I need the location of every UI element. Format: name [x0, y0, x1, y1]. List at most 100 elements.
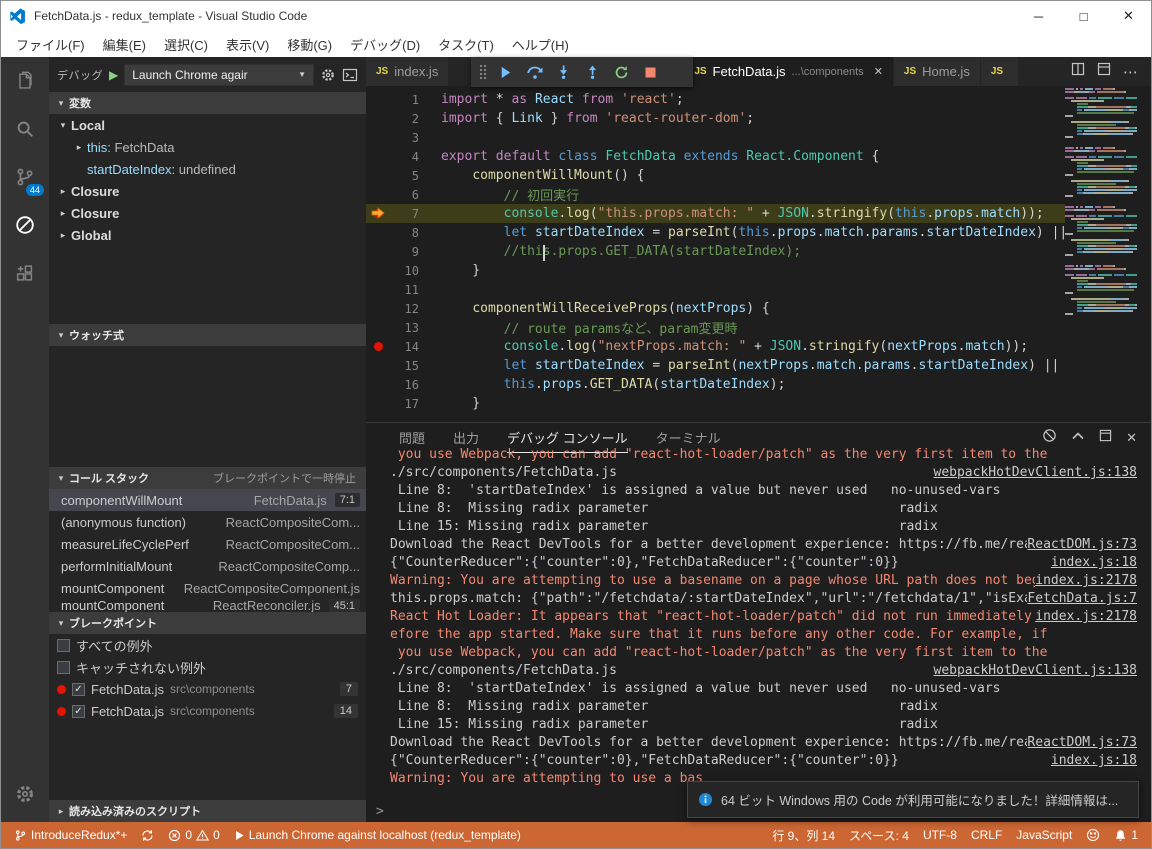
editor-layout-icon[interactable] — [1097, 62, 1111, 81]
debug-icon[interactable] — [1, 201, 49, 249]
step-out-icon[interactable] — [578, 57, 607, 87]
close-button[interactable]: ✕ — [1106, 1, 1151, 31]
menu-file[interactable]: ファイル(F) — [7, 35, 94, 54]
menu-help[interactable]: ヘルプ(H) — [503, 35, 578, 54]
code-line[interactable]: 10 } — [366, 261, 1065, 280]
checkbox-checked[interactable]: ✓ — [72, 705, 85, 718]
search-icon[interactable] — [1, 105, 49, 153]
glyph-margin[interactable] — [366, 394, 392, 413]
clear-console-icon[interactable] — [1042, 428, 1057, 448]
extensions-icon[interactable] — [1, 249, 49, 297]
glyph-margin[interactable] — [366, 223, 392, 242]
checkbox-unchecked[interactable] — [57, 639, 70, 652]
maximize-panel-icon[interactable] — [1099, 429, 1112, 447]
code-line[interactable]: 1import * as React from 'react'; — [366, 90, 1065, 109]
glyph-margin[interactable] — [366, 280, 392, 299]
continue-icon[interactable] — [491, 57, 520, 87]
scope-row[interactable]: ▾Local — [49, 114, 366, 136]
tab-home-js[interactable]: JSHome.js — [894, 57, 981, 86]
console-source-link[interactable]: index.js:18 — [1051, 554, 1151, 572]
call-stack-frame[interactable]: measureLifeCyclePerfReactCompositeCom... — [49, 533, 366, 555]
chevron-down-icon[interactable]: ▾ — [55, 120, 71, 131]
code-line[interactable]: 13 // route paramsなど、param変更時 — [366, 318, 1065, 337]
language-status[interactable]: JavaScript — [1009, 822, 1079, 848]
minimap[interactable] — [1065, 88, 1137, 422]
breakpoint-item[interactable]: ✓FetchData.jssrc\components7 — [49, 678, 366, 700]
call-stack-frame[interactable]: mountComponentReactReconciler.js45:1 — [49, 599, 366, 612]
breakpoint-item[interactable]: キャッチされない例外 — [49, 656, 366, 678]
glyph-margin[interactable] — [366, 242, 392, 261]
glyph-margin[interactable] — [366, 299, 392, 318]
glyph-margin[interactable] — [366, 147, 392, 166]
loaded-scripts-section-header[interactable]: ▸ 読み込み済みのスクリプト — [49, 800, 366, 822]
chevron-right-icon[interactable]: ▸ — [55, 186, 71, 197]
settings-gear-icon[interactable] — [1, 770, 49, 818]
toolbar-drag-handle[interactable] — [475, 62, 491, 82]
source-control-icon[interactable]: 44 — [1, 153, 49, 201]
notification-toast[interactable]: 64 ビット Windows 用の Code が利用可能になりました！詳細情報は… — [687, 781, 1139, 818]
code-line[interactable]: 4export default class FetchData extends … — [366, 147, 1065, 166]
code-line[interactable]: 16 this.props.GET_DATA(startDateIndex); — [366, 375, 1065, 394]
variable-row[interactable]: startDateIndex: undefined — [49, 158, 366, 180]
code-line[interactable]: 12 componentWillReceiveProps(nextProps) … — [366, 299, 1065, 318]
glyph-margin[interactable] — [366, 90, 392, 109]
code-line[interactable]: 2import { Link } from 'react-router-dom'… — [366, 109, 1065, 128]
chevron-right-icon[interactable]: ▸ — [55, 230, 71, 241]
glyph-margin[interactable] — [366, 109, 392, 128]
variables-section-header[interactable]: ▾ 変数 — [49, 92, 366, 114]
more-actions-icon[interactable]: ⋯ — [1123, 63, 1139, 81]
call-stack-frame[interactable]: performInitialMountReactCompositeComp... — [49, 555, 366, 577]
explorer-icon[interactable] — [1, 57, 49, 105]
cursor-position-status[interactable]: 行 9、列 14 — [765, 822, 842, 848]
breakpoints-section-header[interactable]: ▾ ブレークポイント — [49, 612, 366, 634]
stop-icon[interactable] — [636, 57, 665, 87]
call-stack-frame[interactable]: mountComponentReactCompositeComponent.js — [49, 577, 366, 599]
menu-edit[interactable]: 編集(E) — [94, 35, 155, 54]
problems-status[interactable]: 0 0 — [161, 822, 226, 848]
code-line[interactable]: 5 componentWillMount() { — [366, 166, 1065, 185]
indentation-status[interactable]: スペース: 4 — [842, 822, 916, 848]
step-into-icon[interactable] — [549, 57, 578, 87]
code-line[interactable]: 6 // 初回実行 — [366, 185, 1065, 204]
console-source-link[interactable]: index.js:18 — [1051, 752, 1151, 770]
eol-status[interactable]: CRLF — [964, 822, 1009, 848]
checkbox-unchecked[interactable] — [57, 661, 70, 674]
close-panel-icon[interactable]: ✕ — [1126, 430, 1137, 446]
glyph-margin[interactable] — [366, 185, 392, 204]
maximize-button[interactable]: □ — [1061, 1, 1106, 31]
code-line[interactable]: 15 let startDateIndex = parseInt(nextPro… — [366, 356, 1065, 375]
tab-fetchdata-js[interactable]: JSFetchData.js...\components✕ — [684, 57, 894, 86]
glyph-margin[interactable] — [366, 318, 392, 337]
collapse-panel-icon[interactable] — [1071, 429, 1085, 448]
code-line[interactable]: 7 console.log("this.props.match: " + JSO… — [366, 204, 1065, 223]
menu-selection[interactable]: 選択(C) — [155, 35, 217, 54]
start-debug-icon[interactable]: ▶ — [109, 68, 118, 82]
call-stack-frame[interactable]: (anonymous function)ReactCompositeCom... — [49, 511, 366, 533]
breakpoint-icon[interactable] — [366, 337, 392, 356]
menu-view[interactable]: 表示(V) — [217, 35, 278, 54]
scope-row[interactable]: ▸Closure — [49, 202, 366, 224]
console-source-link[interactable]: ReactDOM.js:73 — [1027, 536, 1151, 554]
checkbox-checked[interactable]: ✓ — [72, 683, 85, 696]
scope-row[interactable]: ▸Global — [49, 224, 366, 246]
menu-go[interactable]: 移動(G) — [278, 35, 341, 54]
code-line[interactable]: 8 let startDateIndex = parseInt(this.pro… — [366, 223, 1065, 242]
variable-row[interactable]: ▸this: FetchData — [49, 136, 366, 158]
code-line[interactable]: 14 console.log("nextProps.match: " + JSO… — [366, 337, 1065, 356]
close-tab-icon[interactable]: ✕ — [874, 65, 883, 78]
glyph-margin[interactable] — [366, 128, 392, 147]
watch-section-header[interactable]: ▾ ウォッチ式 — [49, 324, 366, 346]
debug-current-line-icon[interactable] — [366, 204, 392, 223]
debug-console-icon[interactable] — [342, 67, 358, 83]
code-line[interactable]: 17 } — [366, 394, 1065, 413]
glyph-margin[interactable] — [366, 261, 392, 280]
restart-icon[interactable] — [607, 57, 636, 87]
feedback-smiley-icon[interactable] — [1079, 822, 1107, 848]
console-source-link[interactable]: index.js:2178 — [1035, 572, 1151, 590]
console-source-link[interactable]: index.js:2178 — [1035, 608, 1151, 626]
chevron-right-icon[interactable]: ▸ — [71, 142, 87, 153]
encoding-status[interactable]: UTF-8 — [916, 822, 964, 848]
console-source-link[interactable]: webpackHotDevClient.js:138 — [934, 662, 1152, 680]
step-over-icon[interactable] — [520, 57, 549, 87]
notifications-bell-status[interactable]: 1 — [1107, 822, 1145, 848]
